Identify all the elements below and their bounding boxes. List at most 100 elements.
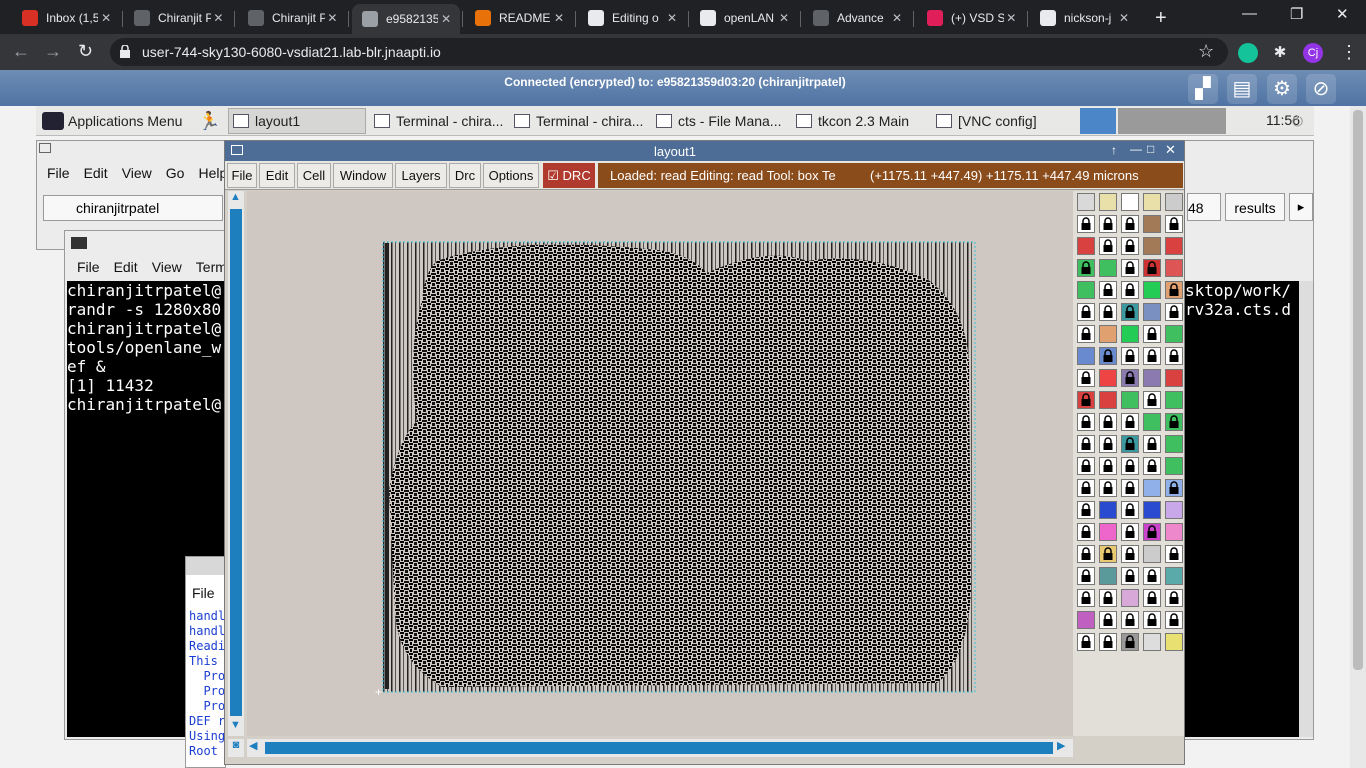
layer-swatch[interactable]: [1077, 347, 1095, 365]
terminal-scrollbar[interactable]: [1299, 281, 1313, 737]
layer-swatch[interactable]: [1077, 479, 1095, 497]
vnc-extra-keys-icon[interactable]: ▞: [1188, 74, 1218, 104]
layout-menu-button[interactable]: Options: [483, 163, 539, 188]
layer-swatch[interactable]: [1121, 523, 1139, 541]
scroll-right-icon[interactable]: ▶: [1057, 739, 1065, 752]
layer-swatch[interactable]: [1077, 413, 1095, 431]
taskbar-task-button[interactable]: Terminal - chira...: [370, 108, 506, 134]
layer-swatch[interactable]: [1143, 369, 1161, 387]
runner-icon[interactable]: 🏃: [194, 108, 224, 134]
tab-close-icon[interactable]: ✕: [889, 11, 905, 25]
layer-swatch[interactable]: [1099, 369, 1117, 387]
layer-swatch[interactable]: [1165, 633, 1183, 651]
layer-swatch[interactable]: [1121, 611, 1139, 629]
menu-item[interactable]: File: [77, 259, 100, 275]
layout-vertical-scrollbar[interactable]: ▲ ▼: [228, 191, 244, 736]
scroll-left-icon[interactable]: ◀: [249, 739, 257, 752]
layer-swatch[interactable]: [1121, 435, 1139, 453]
taskbar-task-button[interactable]: layout1: [228, 108, 366, 134]
extensions-puzzle-icon[interactable]: ✱: [1270, 43, 1290, 63]
tab-close-icon[interactable]: ✕: [664, 11, 680, 25]
tab-close-icon[interactable]: ✕: [551, 11, 567, 25]
reload-icon[interactable]: ↻: [78, 41, 93, 62]
layer-swatch[interactable]: [1165, 545, 1183, 563]
grammarly-extension-icon[interactable]: [1238, 43, 1258, 63]
layout-horizontal-scrollbar[interactable]: ◀ ▶: [247, 739, 1073, 757]
layer-swatch[interactable]: [1121, 479, 1139, 497]
scroll-down-icon[interactable]: ▼: [230, 719, 241, 731]
layer-swatch[interactable]: [1143, 523, 1161, 541]
layer-swatch[interactable]: [1121, 391, 1139, 409]
layer-swatch[interactable]: [1121, 501, 1139, 519]
layer-swatch[interactable]: [1143, 457, 1161, 475]
layer-swatch[interactable]: [1121, 193, 1139, 211]
vnc-settings-gear-icon[interactable]: ⚙: [1267, 74, 1297, 104]
layer-swatch[interactable]: [1165, 215, 1183, 233]
layer-swatch[interactable]: [1143, 347, 1161, 365]
layer-swatch[interactable]: [1077, 611, 1095, 629]
next-arrow-icon[interactable]: ▸: [1289, 193, 1313, 221]
layer-swatch[interactable]: [1165, 567, 1183, 585]
workspace-1[interactable]: [1080, 108, 1116, 134]
browser-tab[interactable]: nickson-j ✕: [1030, 4, 1138, 32]
layout-menu-button[interactable]: Cell: [297, 163, 331, 188]
menu-item[interactable]: View: [152, 259, 182, 275]
browser-tab[interactable]: e9582135 ✕: [352, 4, 460, 34]
layer-swatch[interactable]: [1165, 259, 1183, 277]
layout-menu-button[interactable]: Layers: [395, 163, 447, 188]
power-icon[interactable]: ⏻: [1288, 108, 1312, 134]
layout-canvas[interactable]: +: [247, 191, 1073, 736]
tab-close-icon[interactable]: ✕: [211, 11, 226, 25]
layer-swatch[interactable]: [1165, 193, 1183, 211]
layer-swatch[interactable]: [1143, 391, 1161, 409]
layer-swatch[interactable]: [1099, 215, 1117, 233]
layer-swatch[interactable]: [1099, 523, 1117, 541]
layout-menu-button[interactable]: Drc: [449, 163, 481, 188]
browser-tab[interactable]: Chiranjit P ✕: [124, 4, 232, 32]
lock-icon[interactable]: [120, 45, 130, 58]
browser-tab[interactable]: Inbox (1,5 ✕: [12, 4, 120, 32]
layer-swatch[interactable]: [1099, 347, 1117, 365]
layer-swatch[interactable]: [1077, 435, 1095, 453]
layer-swatch[interactable]: [1165, 457, 1183, 475]
workspace-2[interactable]: [1118, 108, 1154, 134]
vnc-scrollbar[interactable]: [1350, 106, 1366, 768]
layout-menu-button[interactable]: Edit: [259, 163, 295, 188]
taskbar-task-button[interactable]: [VNC config]: [932, 108, 1072, 134]
layer-swatch[interactable]: [1099, 281, 1117, 299]
layer-swatch[interactable]: [1077, 303, 1095, 321]
forward-icon[interactable]: →: [44, 41, 62, 62]
vnc-clipboard-icon[interactable]: ▤: [1227, 74, 1257, 104]
layer-swatch[interactable]: [1143, 633, 1161, 651]
layer-swatch[interactable]: [1077, 215, 1095, 233]
browser-tab[interactable]: Editing o ✕: [578, 4, 686, 32]
layer-swatch[interactable]: [1143, 259, 1161, 277]
menu-item[interactable]: Help: [198, 165, 227, 181]
layer-swatch[interactable]: [1143, 281, 1161, 299]
tab-close-icon[interactable]: ✕: [438, 12, 454, 26]
minimize-icon[interactable]: —: [1242, 5, 1257, 22]
layer-swatch[interactable]: [1121, 259, 1139, 277]
layer-swatch[interactable]: [1121, 281, 1139, 299]
layer-swatch[interactable]: [1121, 237, 1139, 255]
layer-swatch[interactable]: [1077, 567, 1095, 585]
layer-swatch[interactable]: [1077, 391, 1095, 409]
layer-swatch[interactable]: [1165, 523, 1183, 541]
menu-item[interactable]: Term: [196, 259, 227, 275]
maximize-icon[interactable]: □: [1147, 142, 1154, 156]
layer-swatch[interactable]: [1077, 237, 1095, 255]
shade-icon[interactable]: ↑: [1111, 143, 1117, 157]
scroll-up-icon[interactable]: ▲: [230, 191, 241, 203]
layer-swatch[interactable]: [1077, 325, 1095, 343]
layer-swatch[interactable]: [1143, 413, 1161, 431]
layer-swatch[interactable]: [1143, 589, 1161, 607]
drc-toggle[interactable]: ☑ DRC: [543, 163, 595, 188]
layer-swatch[interactable]: [1099, 457, 1117, 475]
layer-swatch[interactable]: [1099, 479, 1117, 497]
layer-swatch[interactable]: [1165, 303, 1183, 321]
layer-swatch[interactable]: [1099, 633, 1117, 651]
layer-swatch[interactable]: [1165, 347, 1183, 365]
tkcon-output[interactable]: handl handl Readi This Pro Pro Pro DEF r Usin…: [189, 609, 225, 759]
new-tab-button[interactable]: +: [1155, 7, 1167, 30]
layer-swatch[interactable]: [1099, 545, 1117, 563]
